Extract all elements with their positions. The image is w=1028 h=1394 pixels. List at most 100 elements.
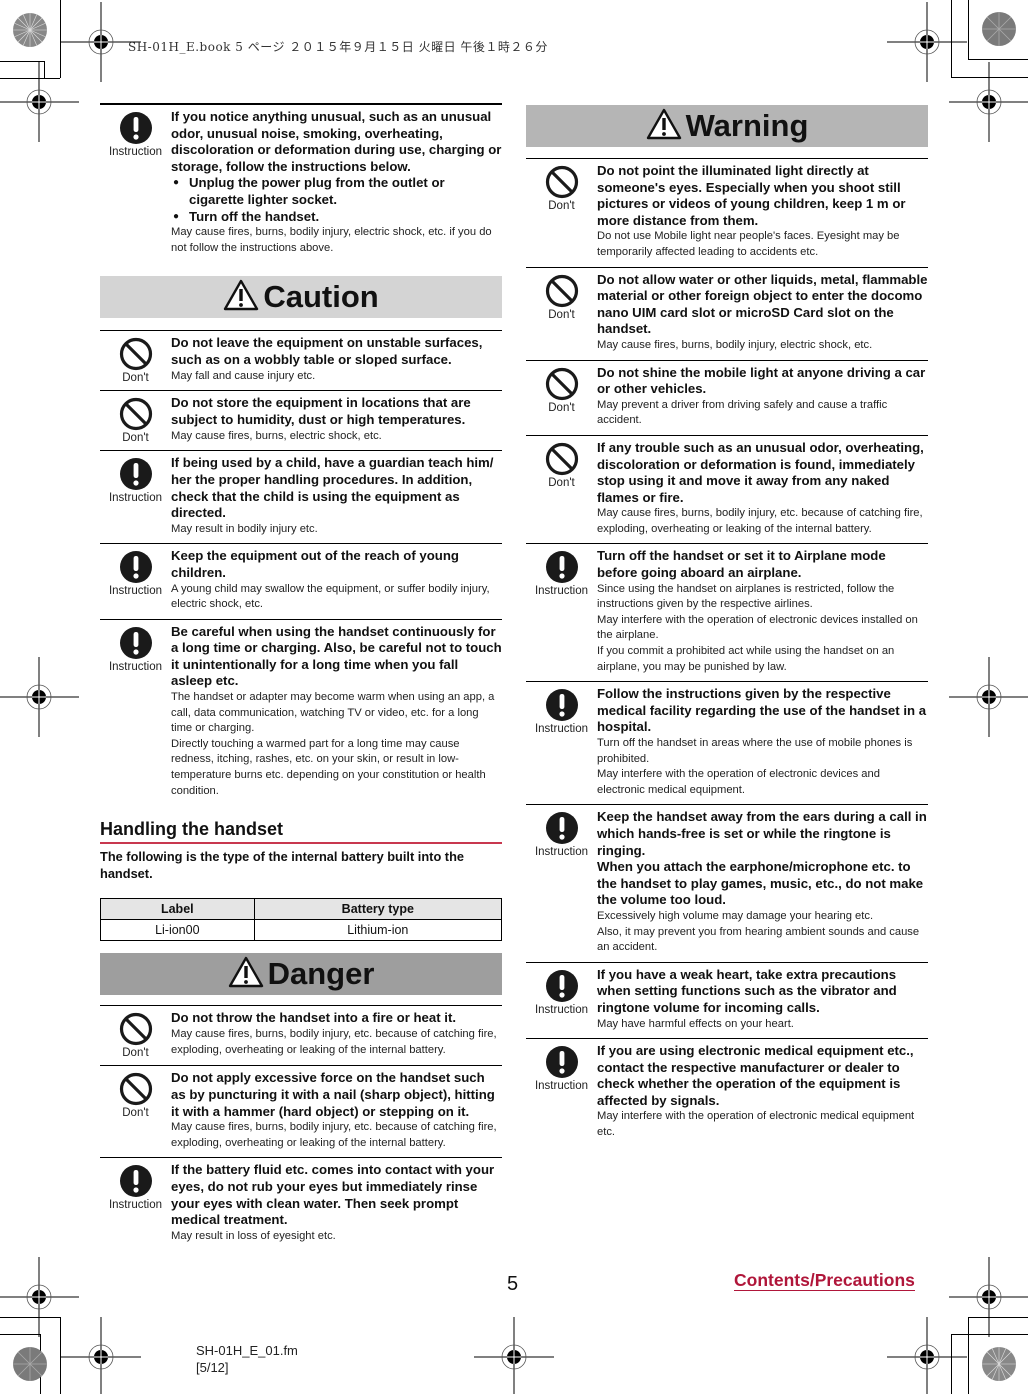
entry-body: The handset or adapter may become warm w… (171, 691, 495, 797)
entry-text: Be careful when using the handset contin… (171, 624, 502, 800)
dont-entry: Don't Do not point the illuminated light … (526, 158, 928, 267)
exclamation-circle-icon (119, 111, 153, 145)
icon-label: Instruction (108, 1199, 163, 1212)
warning-triangle-icon (223, 279, 259, 316)
entry-body: May cause fires, burns, bodily injury, e… (597, 338, 873, 351)
instruction-entry: Instruction If you have a weak heart, tak… (526, 961, 928, 1038)
entry-text: Do not leave the equipment on unstable s… (171, 335, 502, 384)
entry-body: May prevent a driver from driving safely… (597, 398, 888, 427)
danger-list: Don't Do not throw the handset into a fir… (100, 1005, 502, 1250)
entry-text: If you have a weak heart, take extra pre… (597, 967, 928, 1032)
bullet-icon: ● (173, 210, 180, 222)
entry-body: A young child may swallow the equipment,… (171, 582, 490, 611)
icon-label: Don't (548, 308, 575, 321)
entry-heading: Be careful when using the handset contin… (171, 623, 502, 689)
warning-list: Don't Do not point the illuminated light … (526, 158, 928, 1147)
prohibition-icon (545, 274, 579, 308)
instruction-entry: Instruction If the battery fluid etc. com… (100, 1157, 502, 1250)
prohibition-icon (545, 165, 579, 199)
icon-cell: Don't (526, 272, 597, 354)
entry-heading: Do not apply excessive force on the hand… (171, 1070, 495, 1119)
icon-cell: Instruction (526, 967, 597, 1032)
entry-text: If you are using electronic medical equi… (597, 1043, 928, 1141)
crop-line (968, 0, 969, 60)
entry-body: May have harmful effects on your heart. (597, 1017, 794, 1030)
entry-body: May cause fires, burns, bodily injury, e… (597, 507, 923, 535)
instruction-entry: Instruction If you are using electronic m… (526, 1038, 928, 1147)
dont-entry: Don't Do not allow water or other liquids… (526, 266, 928, 360)
bullet-text: Unplug the power plug from the outlet or… (189, 175, 445, 207)
entry-heading: If the battery fluid etc. comes into con… (171, 1162, 495, 1228)
entry-text: Do not point the illuminated light direc… (597, 163, 928, 261)
section-link-contents-precautions[interactable]: Contents/Precautions (734, 1270, 915, 1291)
exclamation-circle-icon (545, 811, 579, 845)
exclamation-circle-icon (119, 457, 153, 491)
instruction-entry: Instruction Keep the handset away from th… (526, 804, 928, 961)
prohibition-icon (119, 397, 153, 431)
entry-text: Do not throw the handset into a fire or … (171, 1010, 502, 1059)
icon-label: Don't (122, 372, 149, 385)
icon-cell: Instruction (526, 686, 597, 798)
exclamation-circle-icon (119, 626, 153, 660)
icon-cell: Instruction (100, 548, 171, 612)
entry-body: May interfere with the operation of elec… (597, 1110, 915, 1139)
entry-text: If being used by a child, have a guardia… (171, 455, 502, 537)
dont-entry: Don't If any trouble such as an unusual o… (526, 434, 928, 544)
table-row: Li-ion00 Lithium-ion (100, 919, 503, 942)
icon-cell: Don't (100, 335, 171, 384)
icon-cell: Don't (100, 1010, 171, 1059)
entry-body: May cause fires, burns, bodily injury, e… (171, 1121, 497, 1149)
bullet-item: ● Unplug the power plug from the outlet o… (171, 175, 502, 208)
icon-cell: Don't (526, 163, 597, 261)
entry-text: Do not shine the mobile light at anyone … (597, 365, 928, 429)
banner-title: Warning (685, 108, 809, 143)
icon-label: Instruction (534, 1080, 589, 1093)
dont-entry: Don't Do not leave the equipment on unsta… (100, 330, 502, 390)
left-column: Instruction If you notice anything unusu… (100, 103, 503, 1250)
icon-cell: Instruction (100, 455, 171, 537)
entry-text: Do not apply excessive force on the hand… (171, 1070, 502, 1151)
instruction-entry: Instruction Be careful when using the han… (100, 618, 502, 806)
dont-entry: Don't Do not apply excessive force on the… (100, 1065, 502, 1157)
prohibition-icon (119, 337, 153, 371)
bullet-text: Turn off the handset. (189, 208, 320, 224)
entry-heading: If you notice anything unusual, such as … (171, 109, 502, 174)
color-rosette-icon (13, 13, 47, 47)
icon-cell: Don't (526, 365, 597, 429)
page-number: 5 (507, 1273, 519, 1295)
registration-mark-icon (0, 1257, 79, 1337)
warning-triangle-icon (228, 956, 264, 993)
caution-banner: Caution (100, 276, 502, 319)
entry-body: May result in bodily injury etc. (171, 522, 318, 535)
source-file-info: SH-01H_E_01.fm [5/12] (196, 1342, 298, 1376)
entry-heading: Do not allow water or other liquids, met… (597, 271, 928, 337)
banner-title: Danger (267, 956, 375, 992)
dont-entry: Don't Do not shine the mobile light at an… (526, 359, 928, 435)
entry-body: May cause fires, burns, bodily injury, e… (171, 226, 492, 254)
icon-label: Instruction (108, 492, 163, 505)
entry-body: Do not use Mobile light near people's fa… (597, 230, 900, 258)
exclamation-circle-icon (545, 1045, 579, 1079)
bullet-item: ● Turn off the handset. (171, 209, 502, 226)
entry-text: Do not store the equipment in locations … (171, 395, 502, 444)
icon-label: Instruction (534, 585, 589, 598)
dont-entry: Don't Do not throw the handset into a fir… (100, 1005, 502, 1065)
icon-label: Don't (122, 1047, 149, 1060)
icon-cell: Don't (100, 395, 171, 444)
entry-text: If the battery fluid etc. comes into con… (171, 1162, 502, 1244)
entry-text: If any trouble such as an unusual odor, … (597, 440, 928, 538)
bullet-icon: ● (173, 177, 180, 189)
table-cell: Li-ion00 (100, 919, 255, 942)
icon-label: Don't (122, 432, 149, 445)
icon-label: Instruction (108, 585, 163, 598)
icon-label: Don't (548, 200, 575, 212)
icon-label: Instruction (534, 846, 589, 859)
danger-banner: Danger (100, 953, 502, 996)
page-range: [5/12] (196, 1360, 229, 1375)
icon-label: Instruction (108, 660, 163, 673)
icon-cell: Don't (526, 440, 597, 538)
instruction-entry: Instruction If being used by a child, hav… (100, 450, 502, 543)
entry-text: Keep the equipment out of the reach of y… (171, 548, 502, 612)
column-header-label: Label (100, 898, 255, 921)
icon-cell: Instruction (526, 809, 597, 955)
